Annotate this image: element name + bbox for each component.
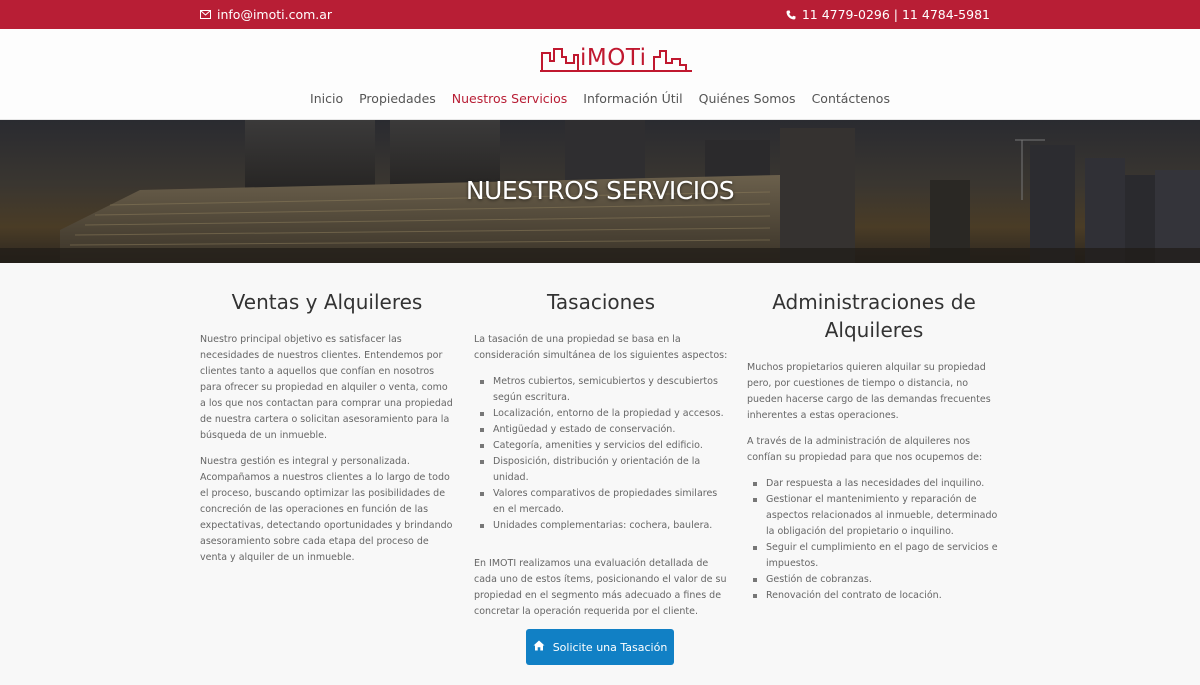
email-link[interactable]: info@imoti.com.ar [200,7,332,22]
list-item: Dar respuesta a las necesidades del inqu… [747,476,1001,492]
tasaciones-section: Tasaciones La tasación de una propiedad … [474,288,728,630]
nav-propiedades[interactable]: Propiedades [351,87,444,110]
phone-text: 11 4779-0296 | 11 4784-5981 [801,7,990,22]
site-logo[interactable]: iMOTi [540,43,692,73]
cta-label: Solicite una Tasación [552,640,668,654]
envelope-icon [200,10,211,19]
ventas-section: Ventas y Alquileres Nuestro principal ob… [200,288,454,576]
logo-text: iMOTi [580,45,647,71]
list-item: Categoría, amenities y servicios del edi… [474,438,728,454]
list-item: Renovación del contrato de locación. [747,588,1001,604]
tasaciones-title: Tasaciones [546,290,656,314]
solicite-tasacion-button[interactable]: Solicite una Tasación [526,629,674,665]
list-item: Metros cubiertos, semicubiertos y descub… [474,374,728,406]
email-text: info@imoti.com.ar [217,7,333,22]
administraciones-list: Dar respuesta a las necesidades del inqu… [747,476,1001,604]
list-item: Seguir el cumplimiento en el pago de ser… [747,540,1001,572]
administraciones-section: Administraciones de Alquileres Muchos pr… [747,288,1001,626]
nav-nuestros-servicios[interactable]: Nuestros Servicios [444,87,576,110]
ventas-title: Ventas y Alquileres [231,290,423,314]
list-item: Valores comparativos de propiedades simi… [474,486,728,518]
nav-quienes-somos[interactable]: Quiénes Somos [691,87,804,110]
top-contact-bar: info@imoti.com.ar 11 4779-0296 | 11 4784… [0,0,1200,29]
list-item: Unidades complementarias: cochera, baule… [474,518,728,534]
ventas-paragraph-1: Nuestro principal objetivo es satisfacer… [200,334,453,441]
phone-icon [786,10,796,20]
hero-banner: NUESTROS SERVICIOS [0,120,1200,263]
list-item: Disposición, distribución y orientación … [474,454,728,486]
nav-inicio[interactable]: Inicio [302,87,351,110]
tasaciones-intro: La tasación de una propiedad se basa en … [474,334,728,361]
nav-contactenos[interactable]: Contáctenos [804,87,898,110]
main-nav: Inicio Propiedades Nuestros Servicios In… [0,87,1200,110]
tasaciones-list: Metros cubiertos, semicubiertos y descub… [474,374,728,534]
administraciones-paragraph-1: Muchos propietarios quieren alquilar su … [747,362,991,421]
administraciones-title: Administraciones de Alquileres [772,290,976,342]
list-item: Localización, entorno de la propiedad y … [474,406,728,422]
administraciones-paragraph-2: A través de la administración de alquile… [747,436,983,463]
list-item: Antigüedad y estado de conservación. [474,422,728,438]
nav-informacion-util[interactable]: Información Útil [575,87,690,110]
tasaciones-outro: En IMOTI realizamos una evaluación detal… [474,558,727,617]
list-item: Gestión de cobranzas. [747,572,1001,588]
home-icon [533,640,545,654]
phone-link[interactable]: 11 4779-0296 | 11 4784-5981 [786,7,990,22]
page-title: NUESTROS SERVICIOS [465,176,735,205]
site-header: iMOTi Inicio Propiedades Nuestros Servic… [0,29,1200,120]
ventas-paragraph-2: Nuestra gestión es integral y personaliz… [200,456,453,563]
list-item: Gestionar el mantenimiento y reparación … [747,492,1001,540]
